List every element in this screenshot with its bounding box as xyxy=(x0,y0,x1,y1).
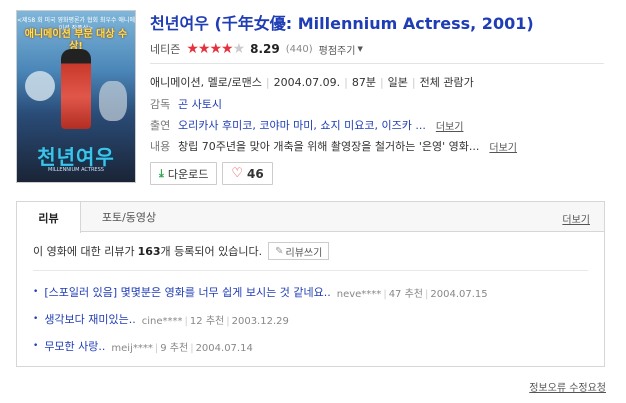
chevron-down-icon: ▼ xyxy=(357,45,363,53)
download-icon: ⤓ xyxy=(159,166,164,180)
review-author: neve**** xyxy=(336,288,382,300)
rate-label: 평점주기 xyxy=(318,45,356,57)
review-author: cine**** xyxy=(141,315,183,327)
plot-more-link[interactable]: 더보기 xyxy=(489,139,517,154)
review-recommend: 9 추천 xyxy=(160,342,189,354)
review-item: • 무모한 사랑.. meij**** | 9 추천 | 2004.07.14 xyxy=(33,338,253,354)
like-count: 46 xyxy=(247,166,264,181)
review-tabs: 리뷰 포토/동영상 더보기 xyxy=(17,202,604,233)
poster-art-shape xyxy=(25,71,55,101)
write-review-label: 리뷰쓰기 xyxy=(285,247,323,259)
divider xyxy=(33,270,588,271)
review-date: 2004.07.15 xyxy=(430,288,488,300)
review-meta: cine**** | 12 추천 | 2003.12.29 xyxy=(141,315,289,327)
review-title-link[interactable]: 생각보다 재미있는.. xyxy=(44,311,135,327)
review-section: 리뷰 포토/동영상 더보기 이 영화에 대한 리뷰가 163개 등록되어 있습니… xyxy=(16,201,605,367)
cast-row: 출연 오리카사 후미코, 코야마 마미, 쇼지 미요코, 이즈카 ... 더보기 xyxy=(150,117,463,133)
review-more-link[interactable]: 더보기 xyxy=(562,211,590,226)
star-on-icon: ★★★★ xyxy=(186,41,233,57)
poster-figure xyxy=(61,49,91,129)
audience-rating: 전체 관람가 xyxy=(419,76,474,89)
write-review-button[interactable]: ✎ 리뷰쓰기 xyxy=(268,242,330,260)
rating-score: 8.29 xyxy=(250,42,280,56)
poster-art-shape xyxy=(99,81,127,121)
star-off-icon: ★ xyxy=(232,41,246,57)
review-item: • [스포일러 있음] 몇몇분은 영화를 너무 쉽게 보시는 것 같네요.. n… xyxy=(33,284,488,300)
netizen-label: 네티즌 xyxy=(150,43,181,56)
summary-suffix: 개 등록되어 있습니다. xyxy=(160,245,263,258)
director-link[interactable]: 곤 사토시 xyxy=(178,96,222,112)
movie-title[interactable]: 천년여우 (千年女優: Millennium Actress, 2001) xyxy=(150,10,534,34)
plot-label: 내용 xyxy=(150,140,171,153)
like-button[interactable]: ♡ 46 xyxy=(222,162,273,185)
summary-prefix: 이 영화에 대한 리뷰가 xyxy=(33,245,135,258)
download-label: 다운로드 xyxy=(167,167,209,181)
download-button[interactable]: ⤓ 다운로드 xyxy=(150,162,218,185)
poster-subtitle: MILLENNIUM ACTRESS xyxy=(48,167,104,173)
poster-title: 천년여우 xyxy=(37,145,115,169)
cast-links[interactable]: 오리카사 후미코, 코야마 마미, 쇼지 미요코, 이즈카 ... xyxy=(178,117,426,133)
country: 일본 xyxy=(387,76,408,89)
plot-row: 내용 창립 70주년을 맞아 개축을 위해 촬영장을 철거하는 '은영' 영화.… xyxy=(150,138,517,154)
runtime: 87분 xyxy=(351,76,376,89)
divider xyxy=(150,63,604,64)
vote-count: (440) xyxy=(285,43,313,55)
action-buttons: ⤓ 다운로드 ♡ 46 xyxy=(150,162,273,185)
bullet-icon: • xyxy=(33,287,39,297)
report-error-link[interactable]: 정보오류 수정요청 xyxy=(529,379,606,394)
director-row: 감독 곤 사토시 xyxy=(150,96,222,112)
review-author: meij**** xyxy=(111,342,153,354)
heart-icon: ♡ xyxy=(231,166,244,181)
movie-meta: 애니메이션, 멜로/로맨스 | 2004.07.09. | 87분 | 일본 | 전체 … xyxy=(150,75,474,90)
review-recommend: 47 추천 xyxy=(388,288,423,300)
rate-button[interactable]: 평점주기 ▼ xyxy=(319,42,363,57)
review-recommend: 12 추천 xyxy=(189,315,225,327)
director-label: 감독 xyxy=(150,98,171,111)
review-item: • 생각보다 재미있는.. cine**** | 12 추천 | 2003.12.29 xyxy=(33,311,289,327)
plot-text: 창립 70주년을 맞아 개축을 위해 촬영장을 철거하는 '은영' 영화... xyxy=(178,140,480,153)
bullet-icon: • xyxy=(33,314,39,324)
bullet-icon: • xyxy=(33,341,39,351)
cast-more-link[interactable]: 더보기 xyxy=(436,118,464,133)
review-title-link[interactable]: 무모한 사랑.. xyxy=(44,338,105,354)
review-meta: meij**** | 9 추천 | 2004.07.14 xyxy=(111,342,253,354)
review-meta: neve**** | 47 추천 | 2004.07.15 xyxy=(336,288,488,300)
review-date: 2004.07.14 xyxy=(195,342,253,354)
review-count: 163 xyxy=(137,245,161,258)
tab-photo-video[interactable]: 포토/동영상 xyxy=(81,202,177,231)
review-summary: 이 영화에 대한 리뷰가 163개 등록되어 있습니다. ✎ 리뷰쓰기 xyxy=(33,242,330,260)
pencil-icon: ✎ xyxy=(275,245,284,257)
movie-poster[interactable]: <제58 회 미국 영화평론가 협회 최우수 애니메이션 작품상> 애니메이션 … xyxy=(16,10,136,183)
release-date: 2004.07.09. xyxy=(273,75,341,89)
rating-stars: ★★★★★ xyxy=(186,41,246,57)
review-title-link[interactable]: [스포일러 있음] 몇몇분은 영화를 너무 쉽게 보시는 것 같네요.. xyxy=(44,284,330,300)
rating-row: 네티즌 ★★★★★ 8.29 (440) 평점주기 ▼ xyxy=(150,40,363,58)
genre: 애니메이션, 멜로/로맨스 xyxy=(150,76,262,89)
cast-label: 출연 xyxy=(150,119,171,132)
review-date: 2003.12.29 xyxy=(231,315,289,327)
tab-review[interactable]: 리뷰 xyxy=(17,202,81,233)
